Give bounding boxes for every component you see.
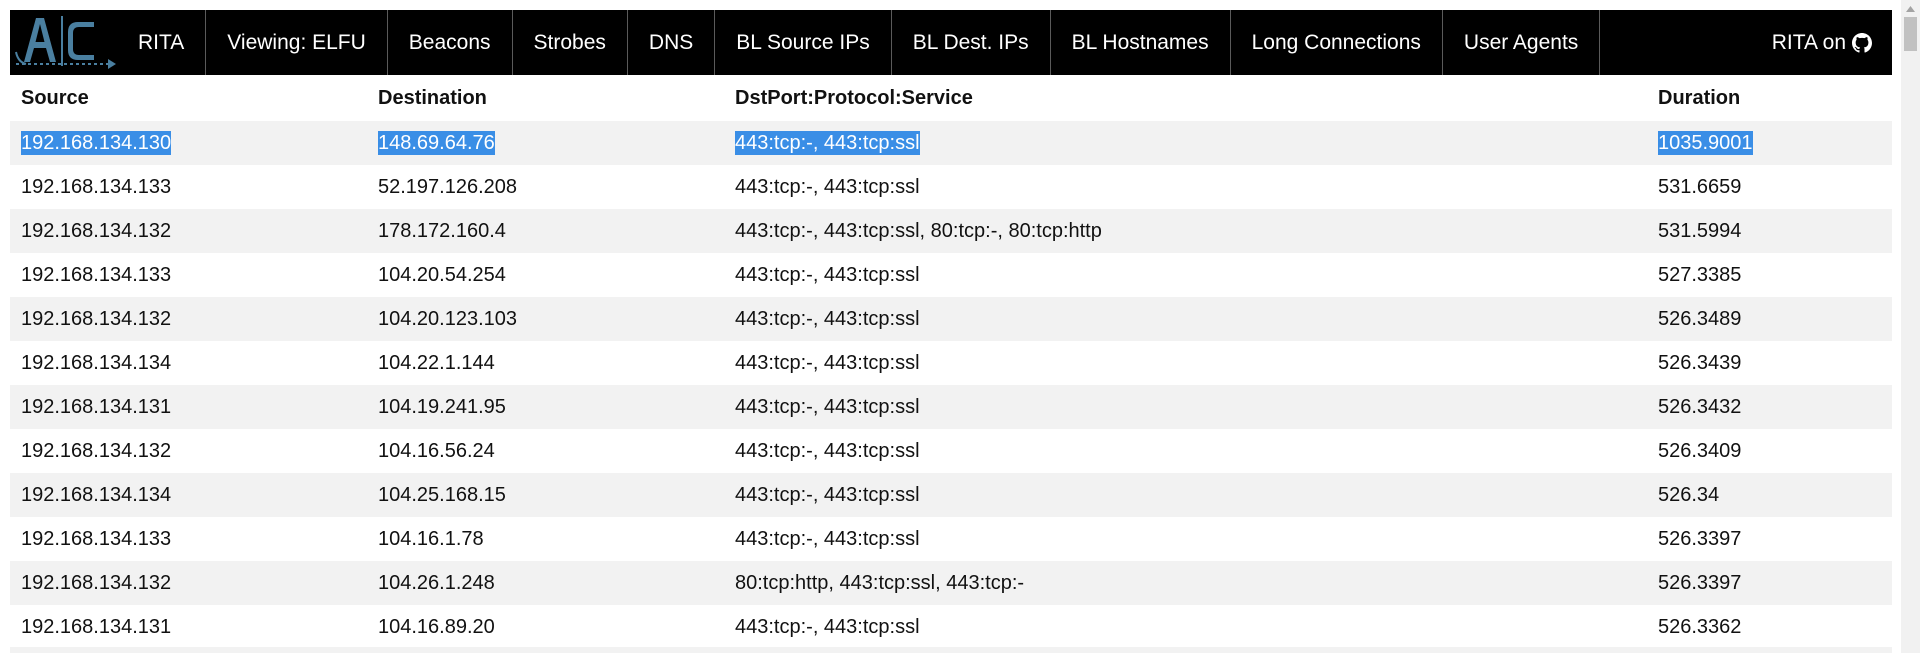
table-row[interactable]: 192.168.134.132 104.16.56.24 443:tcp:-, … <box>10 429 1892 473</box>
nav-bl-source-ips[interactable]: BL Source IPs <box>715 10 892 75</box>
cell-source: 192.168.134.132 <box>10 429 367 473</box>
nav-user-agents[interactable]: User Agents <box>1443 10 1601 75</box>
scroll-up-arrow-icon[interactable] <box>1901 0 1920 17</box>
cell-duration: 526.34 <box>1647 473 1892 517</box>
cell-source: 192.168.134.133 <box>10 165 367 209</box>
table-row[interactable]: 192.168.134.133 52.197.126.208 443:tcp:-… <box>10 165 1892 209</box>
column-header-duration[interactable]: Duration <box>1647 75 1892 121</box>
nav-bl-dest-ips[interactable]: BL Dest. IPs <box>892 10 1051 75</box>
cell-source: 192.168.134.132 <box>10 209 367 253</box>
nav-dns[interactable]: DNS <box>628 10 716 75</box>
column-header-destination[interactable]: Destination <box>367 75 724 121</box>
column-header-source[interactable]: Source <box>10 75 367 121</box>
nav-beacons[interactable]: Beacons <box>388 10 513 75</box>
cell-service: 443:tcp:-, 443:tcp:ssl <box>724 473 1647 517</box>
table-row[interactable]: 192.168.134.132 178.172.160.4 443:tcp:-,… <box>10 209 1892 253</box>
nav-rita[interactable]: RITA <box>120 10 207 75</box>
long-connections-table: Source Destination DstPort:Protocol:Serv… <box>10 75 1892 649</box>
cell-destination: 104.25.168.15 <box>367 473 724 517</box>
cell-destination: 104.16.1.78 <box>367 517 724 561</box>
cell-service: 443:tcp:-, 443:tcp:ssl <box>724 297 1647 341</box>
selected-text: 192.168.134.130 <box>21 130 172 155</box>
table-row[interactable]: 192.168.134.131 104.16.89.20 443:tcp:-, … <box>10 605 1892 649</box>
ac-hunter-logo-icon[interactable] <box>10 10 120 75</box>
cell-duration: 526.3397 <box>1647 517 1892 561</box>
cell-duration: 526.3397 <box>1647 561 1892 605</box>
cell-source: 192.168.134.131 <box>10 385 367 429</box>
cell-service: 443:tcp:-, 443:tcp:ssl <box>724 605 1647 649</box>
cell-source: 192.168.134.134 <box>10 473 367 517</box>
cell-duration: 527.3385 <box>1647 253 1892 297</box>
top-navbar: RITA Viewing: ELFU Beacons Strobes DNS B… <box>10 10 1892 75</box>
cell-source: 192.168.134.130 <box>10 121 367 165</box>
connections-table-container: Source Destination DstPort:Protocol:Serv… <box>10 75 1892 649</box>
cell-duration: 531.6659 <box>1647 165 1892 209</box>
table-row-partial <box>10 647 1892 653</box>
cell-destination: 104.16.89.20 <box>367 605 724 649</box>
table-row[interactable]: 192.168.134.132 104.20.123.103 443:tcp:-… <box>10 297 1892 341</box>
cell-destination: 52.197.126.208 <box>367 165 724 209</box>
cell-service: 443:tcp:-, 443:tcp:ssl <box>724 121 1647 165</box>
cell-duration: 526.3362 <box>1647 605 1892 649</box>
github-icon <box>1852 32 1872 53</box>
vertical-scrollbar[interactable] <box>1901 0 1920 653</box>
cell-duration: 526.3432 <box>1647 385 1892 429</box>
cell-destination: 104.16.56.24 <box>367 429 724 473</box>
selected-text: 1035.9001 <box>1658 130 1753 155</box>
cell-destination: 104.26.1.248 <box>367 561 724 605</box>
nav-strobes[interactable]: Strobes <box>513 10 628 75</box>
nav-long-connections[interactable]: Long Connections <box>1231 10 1443 75</box>
cell-duration: 526.3439 <box>1647 341 1892 385</box>
scrollbar-thumb[interactable] <box>1904 17 1917 51</box>
cell-duration: 526.3489 <box>1647 297 1892 341</box>
table-row[interactable]: 192.168.134.134 104.25.168.15 443:tcp:-,… <box>10 473 1892 517</box>
nav-bl-hostnames[interactable]: BL Hostnames <box>1051 10 1231 75</box>
cell-service: 443:tcp:-, 443:tcp:ssl <box>724 341 1647 385</box>
cell-source: 192.168.134.132 <box>10 561 367 605</box>
table-row[interactable]: 192.168.134.132 104.26.1.248 80:tcp:http… <box>10 561 1892 605</box>
table-body: 192.168.134.130 148.69.64.76 443:tcp:-, … <box>10 121 1892 649</box>
rita-on-github-link[interactable]: RITA on <box>1772 10 1892 75</box>
table-row[interactable]: 192.168.134.130 148.69.64.76 443:tcp:-, … <box>10 121 1892 165</box>
cell-source: 192.168.134.133 <box>10 517 367 561</box>
column-header-service[interactable]: DstPort:Protocol:Service <box>724 75 1647 121</box>
cell-source: 192.168.134.132 <box>10 297 367 341</box>
cell-destination: 178.172.160.4 <box>367 209 724 253</box>
table-row[interactable]: 192.168.134.133 104.16.1.78 443:tcp:-, 4… <box>10 517 1892 561</box>
table-row[interactable]: 192.168.134.131 104.19.241.95 443:tcp:-,… <box>10 385 1892 429</box>
selected-text: 148.69.64.76 <box>378 130 495 155</box>
rita-on-label: RITA on <box>1771 30 1846 54</box>
cell-destination: 104.22.1.144 <box>367 341 724 385</box>
cell-destination: 104.20.54.254 <box>367 253 724 297</box>
table-row[interactable]: 192.168.134.134 104.22.1.144 443:tcp:-, … <box>10 341 1892 385</box>
cell-duration: 1035.9001 <box>1647 121 1892 165</box>
cell-service: 443:tcp:-, 443:tcp:ssl <box>724 517 1647 561</box>
table-row[interactable]: 192.168.134.133 104.20.54.254 443:tcp:-,… <box>10 253 1892 297</box>
cell-service: 443:tcp:-, 443:tcp:ssl <box>724 429 1647 473</box>
cell-source: 192.168.134.134 <box>10 341 367 385</box>
cell-source: 192.168.134.133 <box>10 253 367 297</box>
cell-duration: 531.5994 <box>1647 209 1892 253</box>
cell-service: 443:tcp:-, 443:tcp:ssl <box>724 165 1647 209</box>
cell-service: 80:tcp:http, 443:tcp:ssl, 443:tcp:- <box>724 561 1647 605</box>
page: RITA Viewing: ELFU Beacons Strobes DNS B… <box>0 0 1920 653</box>
cell-duration: 526.3409 <box>1647 429 1892 473</box>
cell-service: 443:tcp:-, 443:tcp:ssl <box>724 253 1647 297</box>
cell-service: 443:tcp:-, 443:tcp:ssl, 80:tcp:-, 80:tcp… <box>724 209 1647 253</box>
selected-text: 443:tcp:-, 443:tcp:ssl <box>735 130 920 155</box>
nav-viewing-database[interactable]: Viewing: ELFU <box>206 10 388 75</box>
cell-service: 443:tcp:-, 443:tcp:ssl <box>724 385 1647 429</box>
cell-destination: 148.69.64.76 <box>367 121 724 165</box>
table-header-row: Source Destination DstPort:Protocol:Serv… <box>10 75 1892 121</box>
cell-destination: 104.19.241.95 <box>367 385 724 429</box>
cell-source: 192.168.134.131 <box>10 605 367 649</box>
cell-destination: 104.20.123.103 <box>367 297 724 341</box>
